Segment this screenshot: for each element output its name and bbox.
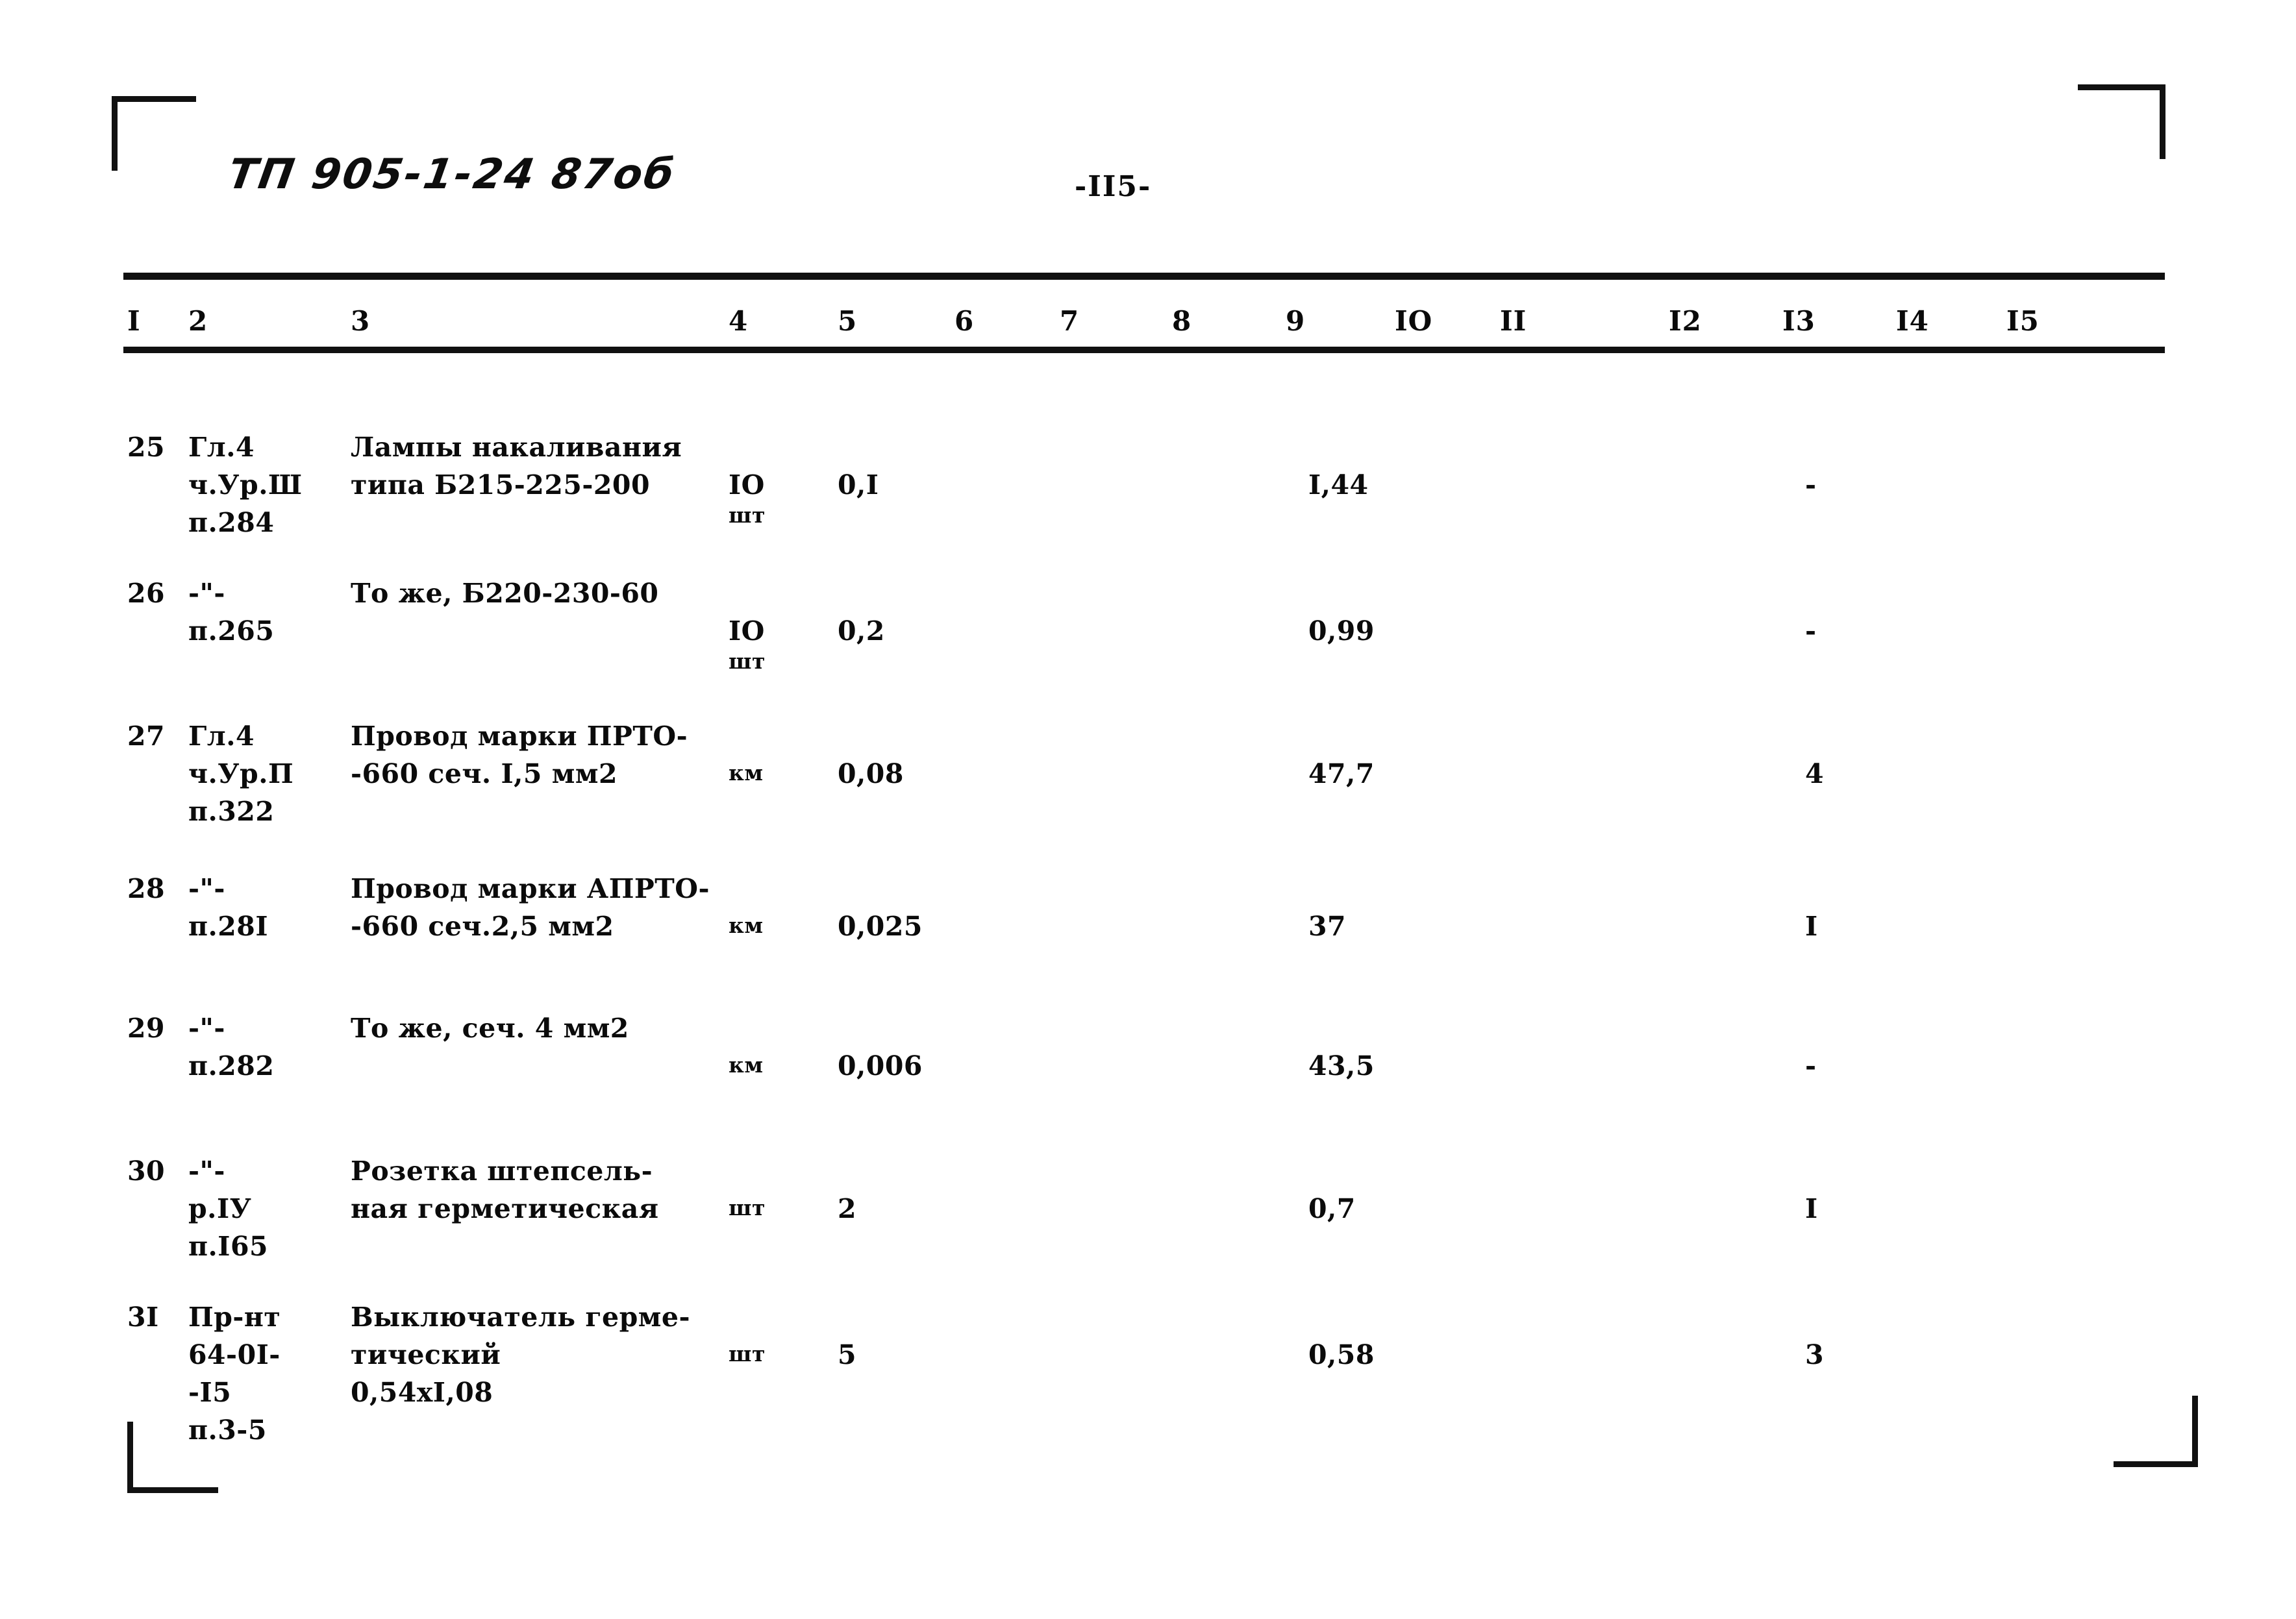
row-col13-value: - xyxy=(1805,469,1817,501)
row-reference-line: -"- xyxy=(188,873,225,904)
row-name-line: Розетка штепсель- xyxy=(351,1156,653,1187)
row-col5-value: 0,006 xyxy=(838,1050,923,1081)
row-unit: шт xyxy=(729,649,766,674)
row-col9-value: I,44 xyxy=(1308,469,1369,501)
row-unit: шт xyxy=(729,502,766,528)
row-reference-line: ч.Ур.Ш xyxy=(188,469,303,501)
row-unit-multiplier: IO xyxy=(729,469,765,501)
row-col13-value: - xyxy=(1805,615,1817,647)
row-col13-value: 4 xyxy=(1805,758,1825,789)
row-col9-value: 37 xyxy=(1308,911,1347,942)
row-col9-value: 47,7 xyxy=(1308,758,1375,789)
row-reference-line: -"- xyxy=(188,578,225,609)
row-unit: шт xyxy=(729,1341,766,1366)
row-reference-line: Гл.4 xyxy=(188,432,255,463)
row-name-line: То же, Б220-230-60 xyxy=(351,578,659,609)
row-name-line: Провод марки АПРТО- xyxy=(351,873,710,904)
row-col13-value: 3 xyxy=(1805,1339,1825,1370)
row-name-line: -660 сеч.2,5 мм2 xyxy=(351,911,614,942)
row-reference-line: 64-0I- xyxy=(188,1339,281,1370)
row-reference-line: -"- xyxy=(188,1013,225,1044)
row-unit: км xyxy=(729,913,764,938)
row-reference-line: -I5 xyxy=(188,1377,232,1408)
row-name-line: 0,54хI,08 xyxy=(351,1377,493,1408)
row-reference-line: -"- xyxy=(188,1156,225,1187)
row-col5-value: 2 xyxy=(838,1193,857,1224)
row-number: 27 xyxy=(127,721,166,752)
row-col5-value: 0,I xyxy=(838,469,879,501)
row-reference-line: п.284 xyxy=(188,507,275,538)
row-name-line: ная герметическая xyxy=(351,1193,659,1224)
row-name-line: Провод марки ПРТО- xyxy=(351,721,688,752)
table-body: 25 Гл.4 ч.Ур.Ш п.284 Лампы накаливания типа Б… xyxy=(0,0,2296,1619)
row-reference-line: п.28I xyxy=(188,911,269,942)
row-reference-line: Гл.4 xyxy=(188,721,255,752)
row-col9-value: 0,7 xyxy=(1308,1193,1356,1224)
row-name-line: Лампы накаливания xyxy=(351,432,682,463)
row-col5-value: 0,2 xyxy=(838,615,885,647)
row-col5-value: 0,08 xyxy=(838,758,904,789)
row-number: 25 xyxy=(127,432,166,463)
row-reference-line: р.IУ xyxy=(188,1193,252,1224)
row-name-line: Выключатель герме- xyxy=(351,1302,690,1333)
row-reference-line: п.282 xyxy=(188,1050,275,1081)
row-col13-value: - xyxy=(1805,1050,1817,1081)
row-number: 28 xyxy=(127,873,166,904)
row-col5-value: 5 xyxy=(838,1339,857,1370)
row-name-line: То же, сеч. 4 мм2 xyxy=(351,1013,629,1044)
row-col9-value: 0,99 xyxy=(1308,615,1375,647)
row-col9-value: 43,5 xyxy=(1308,1050,1375,1081)
row-col5-value: 0,025 xyxy=(838,911,923,942)
row-name-line: -660 сеч. I,5 мм2 xyxy=(351,758,618,789)
row-number: 26 xyxy=(127,578,166,609)
row-reference-line: п.265 xyxy=(188,615,275,647)
row-number: 3I xyxy=(127,1302,159,1333)
row-unit: км xyxy=(729,760,764,785)
row-reference-line: ч.Ур.П xyxy=(188,758,294,789)
row-col13-value: I xyxy=(1805,1193,1818,1224)
row-number: 30 xyxy=(127,1156,166,1187)
row-reference-line: п.3-5 xyxy=(188,1415,267,1446)
row-reference-line: п.322 xyxy=(188,796,275,827)
row-name-line: тический xyxy=(351,1339,501,1370)
row-number: 29 xyxy=(127,1013,166,1044)
row-unit-multiplier: IO xyxy=(729,615,765,647)
row-unit: шт xyxy=(729,1195,766,1220)
row-unit: км xyxy=(729,1052,764,1078)
row-name-line: типа Б215-225-200 xyxy=(351,469,650,501)
row-reference-line: Пр-нт xyxy=(188,1302,281,1333)
row-reference-line: п.I65 xyxy=(188,1231,269,1262)
row-col9-value: 0,58 xyxy=(1308,1339,1375,1370)
scanned-page: ТП 905-1-24 87об -II5- I 2 3 4 5 6 7 8 9 IO II I2 I3… xyxy=(0,0,2296,1619)
row-col13-value: I xyxy=(1805,911,1818,942)
